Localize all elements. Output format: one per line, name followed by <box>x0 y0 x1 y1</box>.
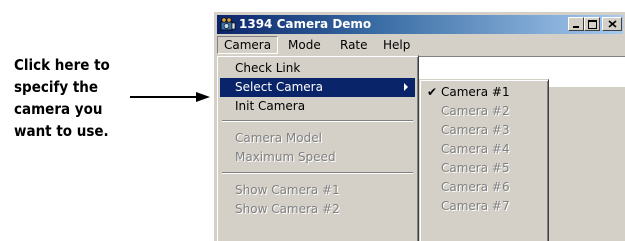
submenu-item-camera-3: Camera #3 <box>441 123 510 137</box>
callout-line-4: want to use. <box>14 122 109 140</box>
submenu-arrow-icon <box>404 83 408 91</box>
submenu-item-camera-1-label: Camera #1 <box>441 85 510 99</box>
callout-line-2: specify the <box>14 78 99 96</box>
callout-arrow-head-icon <box>196 92 210 102</box>
menu-separator <box>222 120 413 122</box>
menu-item-select-camera[interactable]: Select Camera <box>220 78 415 97</box>
menu-item-maximum-speed: Maximum Speed <box>235 150 336 164</box>
callout-line-3: camera you <box>14 100 103 118</box>
menu-item-camera-model: Camera Model <box>235 131 322 145</box>
menu-bar: Camera Mode Rate Help <box>217 35 623 55</box>
camera-menu-dropdown: Check Link Select Camera Init Camera Cam… <box>216 55 419 241</box>
menu-item-init-camera[interactable]: Init Camera <box>220 97 415 116</box>
menu-item-select-camera-label: Select Camera <box>235 80 323 94</box>
title-bar[interactable]: 1394 Camera Demo <box>217 15 623 34</box>
camera-app-icon <box>220 17 236 31</box>
close-icon <box>608 20 617 28</box>
window-title: 1394 Camera Demo <box>239 17 372 31</box>
submenu-item-camera-2: Camera #2 <box>441 104 510 118</box>
callout-line-1: Click here to <box>14 56 110 74</box>
app-window: 1394 Camera Demo Camera Mode Rate Help C… <box>213 11 625 241</box>
maximize-icon <box>588 20 597 29</box>
submenu-item-camera-5: Camera #5 <box>441 161 510 175</box>
menu-item-show-camera-1: Show Camera #1 <box>235 183 340 197</box>
callout-arrow-line <box>130 96 200 98</box>
checkmark-icon: ✔ <box>427 85 438 99</box>
menu-item-check-link[interactable]: Check Link <box>220 59 415 78</box>
minimize-button[interactable] <box>568 17 584 31</box>
maximize-button[interactable] <box>584 17 600 31</box>
select-camera-submenu: ✔ Camera #1 Camera #2 Camera #3 Camera #… <box>419 79 549 241</box>
submenu-item-camera-7: Camera #7 <box>441 199 510 213</box>
menu-rate[interactable]: Rate <box>334 36 374 54</box>
menu-help[interactable]: Help <box>377 36 416 54</box>
submenu-item-camera-6: Camera #6 <box>441 180 510 194</box>
submenu-item-camera-1[interactable]: ✔ Camera #1 <box>423 83 545 102</box>
close-button[interactable] <box>602 17 622 31</box>
submenu-item-camera-4: Camera #4 <box>441 142 510 156</box>
callout-annotation: Click here to specify the camera you wan… <box>14 54 144 142</box>
menu-mode[interactable]: Mode <box>282 36 327 54</box>
menu-item-show-camera-2: Show Camera #2 <box>235 202 340 216</box>
menu-separator <box>222 172 413 174</box>
minimize-icon <box>573 26 579 28</box>
menu-camera[interactable]: Camera <box>217 36 279 54</box>
